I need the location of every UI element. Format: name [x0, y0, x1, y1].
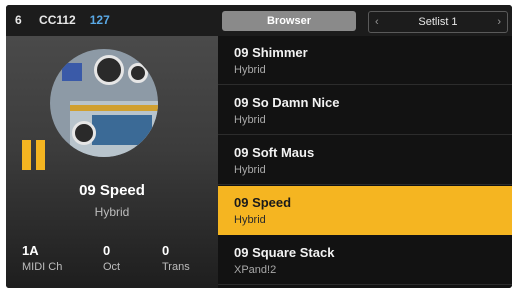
list-item[interactable]: 09 Speed Hybrid [218, 186, 512, 235]
param-transpose[interactable]: 0 Trans [162, 243, 222, 273]
list-item[interactable]: 09 Soft Maus Hybrid [218, 136, 512, 185]
current-patch-name: 09 Speed [79, 182, 145, 199]
param-midi-channel[interactable]: 1A MIDI Ch [22, 243, 82, 273]
param-label: Trans [162, 261, 190, 273]
pause-icon[interactable] [22, 140, 46, 170]
midi-channel: 6 [15, 13, 22, 27]
param-strip: 1A MIDI Ch 0 Oct 0 Trans [6, 235, 218, 288]
current-patch-panel: 09 Speed Hybrid 1A MIDI Ch 0 Oct 0 Trans [6, 36, 218, 288]
param-label: Oct [103, 261, 121, 273]
patch-type: XPand!2 [234, 264, 277, 276]
patch-name: 09 Shimmer [234, 45, 308, 60]
param-label: MIDI Ch [22, 261, 63, 273]
param-value: 1A [22, 243, 39, 258]
device-screen: 6 CC112 127 Browser ‹ Setlist 1 › 09 Spee… [6, 5, 512, 288]
browser-button[interactable]: Browser [222, 11, 356, 31]
patch-name: 09 Square Stack [234, 245, 335, 260]
patch-type: Hybrid [234, 114, 266, 126]
top-bar: 6 CC112 127 Browser ‹ Setlist 1 › [6, 5, 512, 36]
synth-panel-artwork [50, 49, 158, 157]
cc-value: 127 [89, 13, 110, 27]
param-value: 0 [162, 243, 170, 258]
patch-name: 09 Speed [234, 195, 292, 210]
setlist-selector[interactable]: ‹ Setlist 1 › [368, 11, 508, 33]
cc-label: CC112 [39, 13, 76, 27]
patch-list: 09 Shimmer Hybrid 09 So Damn Nice Hybrid… [218, 36, 512, 288]
patch-type: Hybrid [234, 164, 266, 176]
param-octave[interactable]: 0 Oct [103, 243, 163, 273]
patch-type: Hybrid [234, 214, 266, 226]
chevron-right-icon[interactable]: › [497, 12, 501, 32]
current-patch-type: Hybrid [94, 205, 130, 219]
midi-info: 6 CC112 127 [15, 13, 124, 27]
list-item[interactable]: 09 Shimmer Hybrid [218, 36, 512, 85]
list-item[interactable]: 09 Square Stack XPand!2 [218, 236, 512, 285]
list-item[interactable]: 09 So Damn Nice Hybrid [218, 86, 512, 135]
patch-name: 09 So Damn Nice [234, 95, 340, 110]
patch-name: 09 Soft Maus [234, 145, 315, 160]
param-value: 0 [103, 243, 111, 258]
patch-type: Hybrid [234, 64, 266, 76]
setlist-label: Setlist 1 [418, 16, 458, 28]
